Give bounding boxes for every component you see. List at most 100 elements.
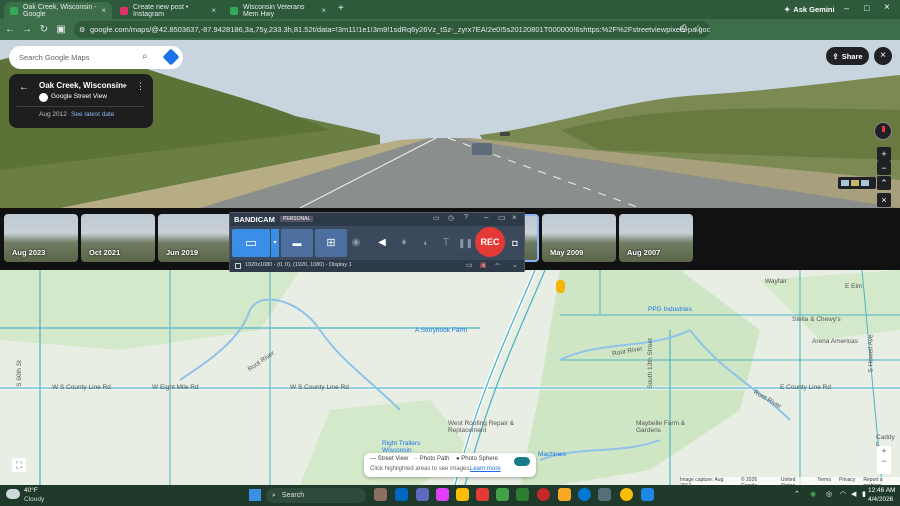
close-icon[interactable]: ×: [512, 213, 517, 222]
map-label-arena[interactable]: Arena Americas: [812, 338, 858, 345]
camera-icon[interactable]: ◘: [508, 229, 522, 257]
windows-start-icon[interactable]: [249, 489, 261, 501]
location-pin-icon[interactable]: ⌖: [122, 81, 127, 92]
weather-temp[interactable]: 40°F: [24, 487, 38, 494]
expand-up-icon[interactable]: ⌃: [877, 176, 891, 190]
directions-icon[interactable]: [162, 48, 180, 66]
time-thumb[interactable]: Jun 2019: [158, 214, 232, 262]
help-icon[interactable]: ?: [464, 214, 468, 221]
date-thumbnails-toggle[interactable]: [838, 177, 876, 189]
minimize-icon[interactable]: –: [484, 213, 488, 222]
webcam-icon[interactable]: ◉: [344, 229, 368, 257]
close-street-view-button[interactable]: ×: [874, 47, 892, 65]
zoom-out-button[interactable]: −: [877, 161, 891, 175]
maps-search-box[interactable]: Search Google Maps ⌕: [9, 46, 183, 69]
forward-icon[interactable]: →: [20, 24, 34, 35]
tab-wisconsin-veterans[interactable]: Wisconsin Veterans Mem Hwy ×: [224, 2, 332, 19]
volume-icon[interactable]: ◀: [851, 490, 856, 498]
map-label-ppg[interactable]: PPG Industries: [648, 306, 692, 313]
bandicam-taskbar-icon[interactable]: [537, 488, 550, 501]
see-latest-date-link[interactable]: See latest date: [71, 111, 114, 118]
app-icon[interactable]: [476, 488, 489, 501]
screen-mode-button[interactable]: ▭: [232, 229, 270, 257]
app-icon[interactable]: [641, 488, 654, 501]
time-thumb[interactable]: Aug 2023: [4, 214, 78, 262]
record-button[interactable]: REC: [475, 227, 505, 257]
tab-google-maps[interactable]: Oak Creek, Wisconsin - Google ×: [4, 2, 112, 19]
mode-dropdown-icon[interactable]: ▾: [271, 229, 279, 257]
pause-icon[interactable]: ❚❚: [458, 229, 473, 257]
timer-icon[interactable]: ◷: [448, 214, 454, 222]
attribution-item[interactable]: United States: [781, 477, 809, 485]
map-label-west-roofing[interactable]: West Roofing Repair & Replacement: [448, 420, 548, 434]
tab-instagram[interactable]: Create new post • Instagram ×: [114, 2, 222, 19]
back-icon[interactable]: ←: [3, 24, 17, 35]
map-zoom-out-button[interactable]: −: [877, 456, 891, 466]
map-label-maybelle[interactable]: Maybelle Farm & Gardens: [636, 420, 706, 434]
device-mode-button[interactable]: ▬: [281, 229, 313, 257]
close-window-button[interactable]: ×: [884, 2, 890, 13]
rec-settings-icon[interactable]: ▣: [480, 261, 487, 269]
learn-more-link[interactable]: Learn more: [470, 466, 501, 472]
attribution-item[interactable]: Terms: [817, 477, 831, 485]
attribution-item[interactable]: Report a problem: [863, 477, 900, 485]
map-label-machines[interactable]: Machines: [538, 451, 566, 458]
address-bar[interactable]: ⚙ google.com/maps/@42.8503637,-87.942818…: [74, 21, 710, 38]
back-arrow-icon[interactable]: ←: [19, 82, 29, 93]
task-view-icon[interactable]: [374, 488, 387, 501]
collapse-icon[interactable]: ▭: [498, 213, 506, 222]
game-mode-button[interactable]: ⊞: [315, 229, 347, 257]
app-icon[interactable]: [436, 488, 449, 501]
app-icon[interactable]: [416, 488, 429, 501]
folder-icon[interactable]: ▭: [433, 214, 440, 222]
expand-icon[interactable]: ⌄: [512, 261, 518, 269]
microphone-icon[interactable]: ♦: [396, 229, 412, 257]
tab-search-icon[interactable]: ▣: [54, 24, 68, 35]
time-thumb[interactable]: Aug 2007: [619, 214, 693, 262]
app-icon[interactable]: [516, 488, 529, 501]
compass-icon[interactable]: [874, 122, 892, 140]
reload-icon[interactable]: ↻: [37, 24, 51, 35]
street-view-panorama[interactable]: Search Google Maps ⌕ ⇪ Share × ← Oak Cre…: [0, 40, 900, 208]
app-icon[interactable]: [395, 488, 408, 501]
clock-date[interactable]: 4/4/2026: [868, 496, 893, 503]
show-hidden-icons[interactable]: ⌃: [794, 490, 800, 498]
new-tab-button[interactable]: +: [338, 3, 344, 14]
street-view-layer-toggle[interactable]: [514, 457, 530, 466]
clock-time[interactable]: 12:46 AM: [868, 487, 895, 494]
attribution-item[interactable]: Privacy: [839, 477, 855, 485]
wifi-icon[interactable]: ◠: [840, 490, 846, 498]
site-info-icon[interactable]: ⚙: [79, 26, 85, 34]
minimize-button[interactable]: –: [844, 3, 849, 13]
text-overlay-icon[interactable]: T: [438, 229, 454, 257]
install-app-icon[interactable]: ⎙: [680, 23, 687, 34]
file-explorer-icon[interactable]: [558, 488, 571, 501]
close-tab-icon[interactable]: ×: [321, 6, 326, 15]
chrome-icon[interactable]: [456, 488, 469, 501]
tray-icon[interactable]: ◎: [826, 490, 832, 498]
map-zoom-in-button[interactable]: +: [877, 446, 891, 456]
map-label-storybook[interactable]: A Storybook Farm: [415, 327, 467, 334]
ask-gemini-button[interactable]: ✦ Ask Gemini: [778, 3, 841, 16]
taskbar-search[interactable]: ⌕ Search: [266, 488, 366, 503]
mouse-effect-icon[interactable]: ◐: [418, 229, 434, 257]
map-view[interactable]: A Storybook Farm PPG Industries Stella &…: [0, 270, 900, 485]
link-icon[interactable]: ⇔: [494, 261, 501, 268]
video-settings-icon[interactable]: ▭: [466, 261, 473, 269]
weather-desc[interactable]: Cloudy: [24, 496, 44, 503]
map-label-right-trailers[interactable]: Right Trailers Wisconsin: [382, 440, 442, 454]
app-icon[interactable]: [496, 488, 509, 501]
map-label-wayfair[interactable]: Wayfair: [765, 278, 787, 285]
pegman-icon[interactable]: [556, 280, 565, 293]
close-timeline-button[interactable]: ×: [877, 193, 891, 207]
share-button[interactable]: ⇪ Share: [826, 47, 869, 65]
speaker-icon[interactable]: ◀: [374, 229, 390, 257]
fullscreen-icon[interactable]: ⛶: [12, 458, 26, 472]
edge-icon[interactable]: [578, 488, 591, 501]
tray-icon[interactable]: ◉: [810, 490, 816, 498]
close-tab-icon[interactable]: ×: [101, 6, 106, 15]
map-label-stella[interactable]: Stella & Chewy's: [792, 316, 841, 323]
zoom-in-button[interactable]: +: [877, 147, 891, 161]
region-checkbox[interactable]: [235, 263, 241, 269]
bookmark-star-icon[interactable]: ☆: [694, 23, 702, 34]
